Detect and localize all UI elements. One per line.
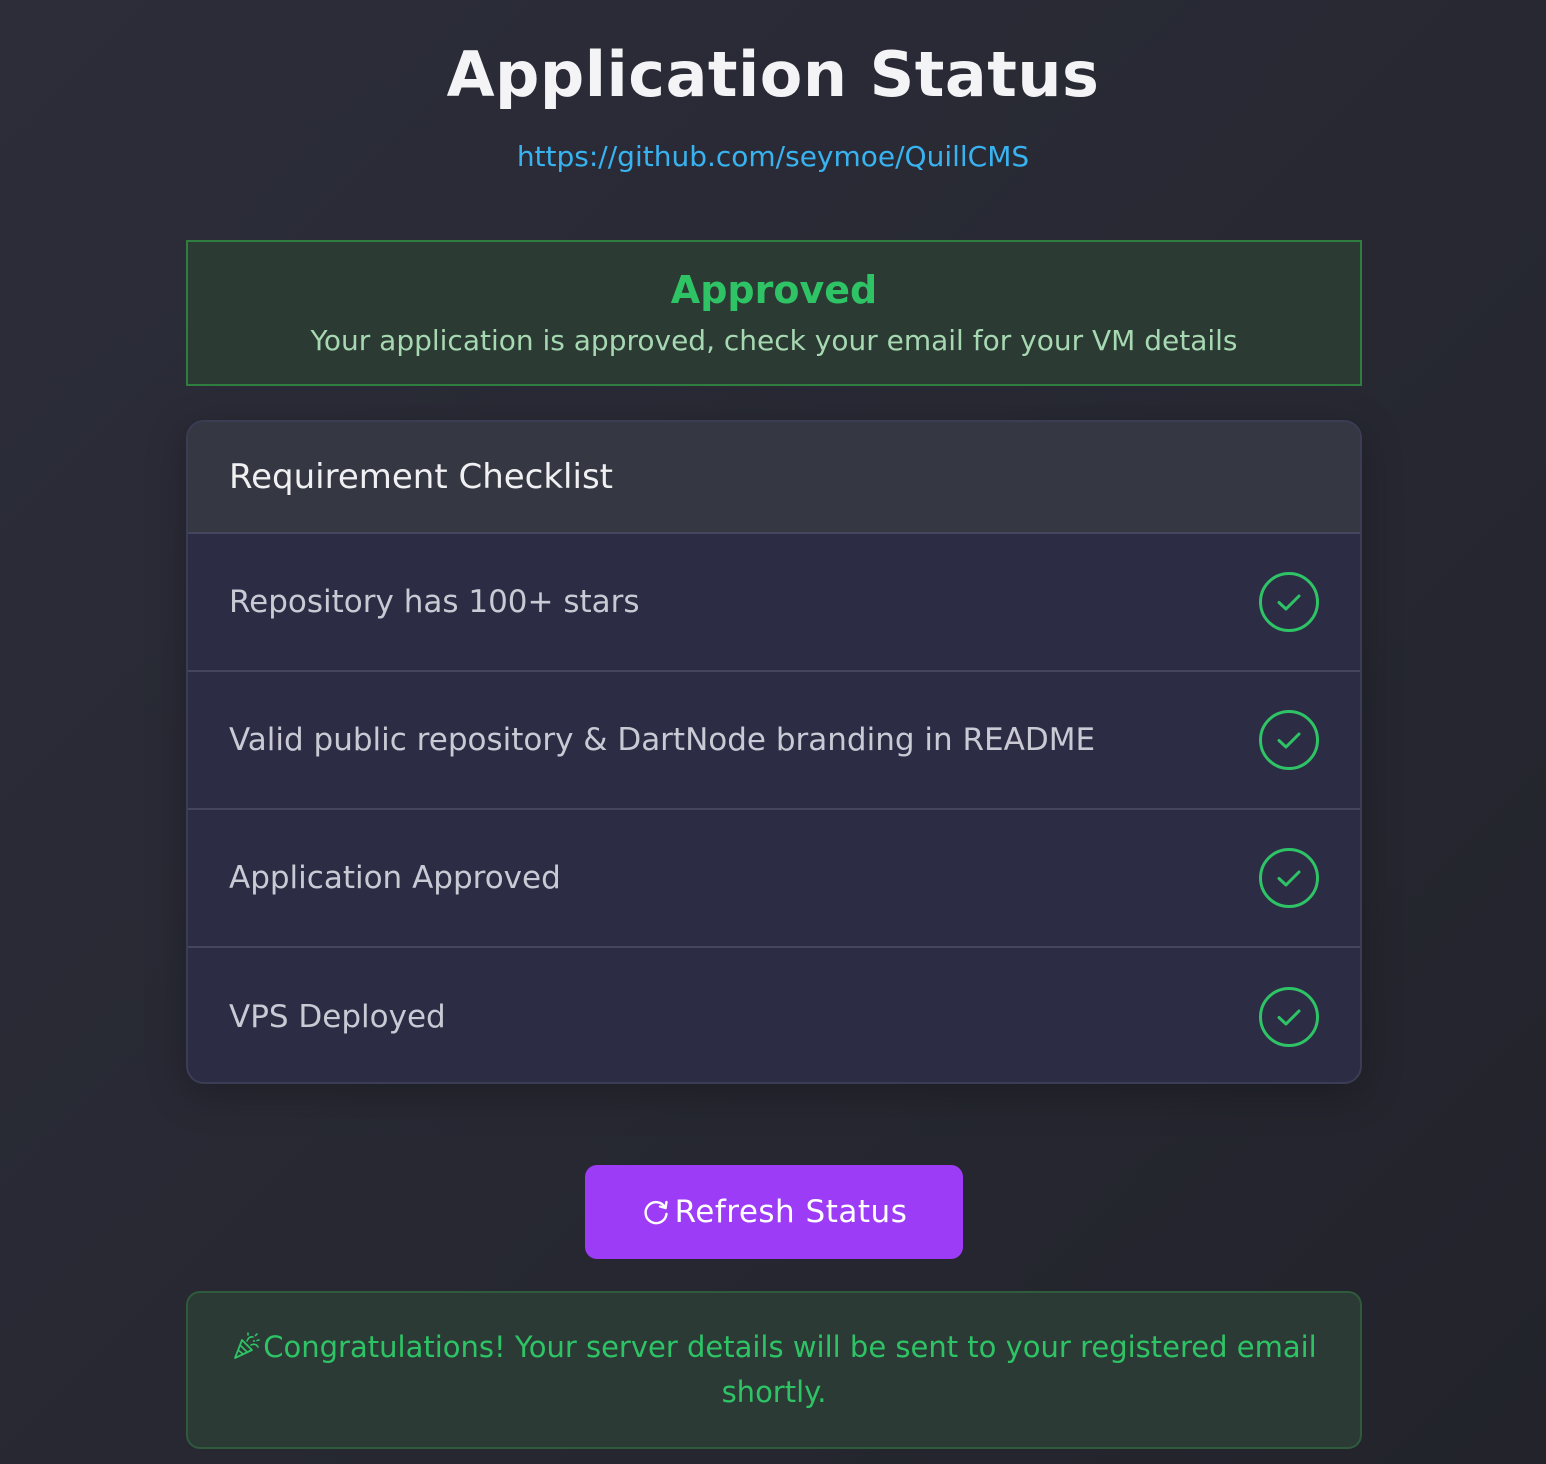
checklist-header: Requirement Checklist [188, 422, 1360, 534]
status-message: Your application is approved, check your… [310, 324, 1238, 357]
status-banner: Approved Your application is approved, c… [186, 240, 1362, 386]
congrats-message: Congratulations! Your server details wil… [263, 1330, 1317, 1409]
checklist-item-branding: Valid public repository & DartNode brand… [188, 672, 1360, 810]
party-popper-icon [234, 1332, 261, 1359]
requirement-checklist: Requirement Checklist Repository has 100… [186, 420, 1362, 1084]
refresh-button-label: Refresh Status [674, 1194, 908, 1230]
congrats-message-box: Congratulations! Your server details wil… [186, 1291, 1362, 1449]
check-circle-icon [1259, 848, 1319, 908]
checklist-item-approved: Application Approved [188, 810, 1360, 948]
checklist-item-label: Application Approved [229, 860, 561, 896]
congrats-text: Congratulations! Your server details wil… [218, 1325, 1330, 1415]
refresh-status-button[interactable]: Refresh Status [585, 1165, 963, 1259]
check-circle-icon [1259, 572, 1319, 632]
checklist-item-label: Valid public repository & DartNode brand… [229, 722, 1096, 758]
repo-link[interactable]: https://github.com/seymoe/QuillCMS [0, 140, 1546, 173]
checklist-item-label: Repository has 100+ stars [229, 584, 640, 620]
check-circle-icon [1259, 710, 1319, 770]
status-title: Approved [670, 268, 878, 312]
check-circle-icon [1259, 987, 1319, 1047]
checklist-item-stars: Repository has 100+ stars [188, 534, 1360, 672]
refresh-icon [644, 1200, 668, 1225]
checklist-item-vps: VPS Deployed [188, 948, 1360, 1082]
checklist-item-label: VPS Deployed [229, 999, 446, 1035]
page-title: Application Status [446, 38, 1100, 111]
checklist-title: Requirement Checklist [229, 457, 613, 497]
